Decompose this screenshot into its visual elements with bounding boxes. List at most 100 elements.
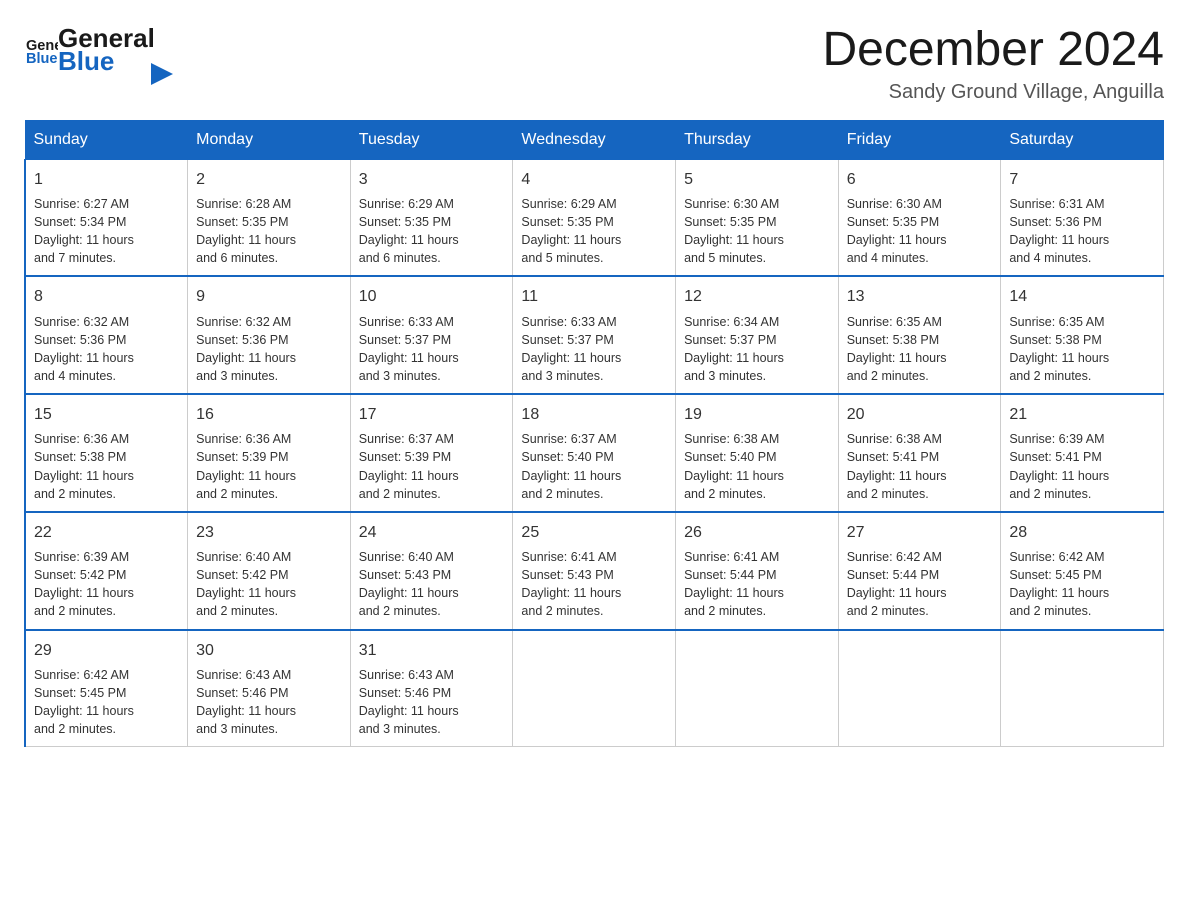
calendar-week-row: 1 Sunrise: 6:27 AM Sunset: 5:34 PM Dayli… (25, 159, 1164, 276)
svg-text:Blue: Blue (26, 51, 58, 66)
day-info: Sunrise: 6:34 AM Sunset: 5:37 PM Dayligh… (684, 313, 830, 386)
day-info: Sunrise: 6:41 AM Sunset: 5:44 PM Dayligh… (684, 548, 830, 621)
day-info: Sunrise: 6:27 AM Sunset: 5:34 PM Dayligh… (34, 195, 179, 268)
logo-icon: General Blue (26, 34, 58, 66)
day-info: Sunrise: 6:35 AM Sunset: 5:38 PM Dayligh… (847, 313, 993, 386)
day-info: Sunrise: 6:33 AM Sunset: 5:37 PM Dayligh… (521, 313, 667, 386)
calendar-day-cell (513, 630, 676, 747)
calendar-day-cell: 26 Sunrise: 6:41 AM Sunset: 5:44 PM Dayl… (676, 512, 839, 630)
day-info: Sunrise: 6:30 AM Sunset: 5:35 PM Dayligh… (684, 195, 830, 268)
calendar-day-cell: 3 Sunrise: 6:29 AM Sunset: 5:35 PM Dayli… (350, 159, 513, 276)
day-number: 24 (359, 521, 505, 544)
day-info: Sunrise: 6:41 AM Sunset: 5:43 PM Dayligh… (521, 548, 667, 621)
day-number: 17 (359, 403, 505, 426)
day-number: 6 (847, 168, 993, 191)
calendar-day-cell: 21 Sunrise: 6:39 AM Sunset: 5:41 PM Dayl… (1001, 394, 1164, 512)
day-number: 23 (196, 521, 342, 544)
day-number: 4 (521, 168, 667, 191)
calendar-day-cell: 15 Sunrise: 6:36 AM Sunset: 5:38 PM Dayl… (25, 394, 188, 512)
calendar-day-cell: 17 Sunrise: 6:37 AM Sunset: 5:39 PM Dayl… (350, 394, 513, 512)
calendar-week-row: 22 Sunrise: 6:39 AM Sunset: 5:42 PM Dayl… (25, 512, 1164, 630)
day-number: 10 (359, 285, 505, 308)
day-info: Sunrise: 6:30 AM Sunset: 5:35 PM Dayligh… (847, 195, 993, 268)
day-info: Sunrise: 6:43 AM Sunset: 5:46 PM Dayligh… (196, 666, 342, 739)
day-info: Sunrise: 6:42 AM Sunset: 5:44 PM Dayligh… (847, 548, 993, 621)
day-number: 8 (34, 285, 179, 308)
calendar-day-cell: 25 Sunrise: 6:41 AM Sunset: 5:43 PM Dayl… (513, 512, 676, 630)
calendar-day-cell: 14 Sunrise: 6:35 AM Sunset: 5:38 PM Dayl… (1001, 276, 1164, 394)
day-number: 7 (1009, 168, 1155, 191)
calendar-day-cell: 13 Sunrise: 6:35 AM Sunset: 5:38 PM Dayl… (838, 276, 1001, 394)
column-header-thursday: Thursday (676, 120, 839, 159)
calendar-day-cell (838, 630, 1001, 747)
calendar-day-cell: 27 Sunrise: 6:42 AM Sunset: 5:44 PM Dayl… (838, 512, 1001, 630)
calendar-table: SundayMondayTuesdayWednesdayThursdayFrid… (24, 120, 1164, 747)
day-info: Sunrise: 6:37 AM Sunset: 5:39 PM Dayligh… (359, 430, 505, 503)
day-number: 18 (521, 403, 667, 426)
logo-arrow-icon (151, 63, 173, 85)
day-number: 31 (359, 639, 505, 662)
title-area: December 2024 Sandy Ground Village, Angu… (822, 24, 1164, 104)
calendar-day-cell: 6 Sunrise: 6:30 AM Sunset: 5:35 PM Dayli… (838, 159, 1001, 276)
calendar-day-cell: 24 Sunrise: 6:40 AM Sunset: 5:43 PM Dayl… (350, 512, 513, 630)
day-info: Sunrise: 6:32 AM Sunset: 5:36 PM Dayligh… (34, 313, 179, 386)
day-number: 19 (684, 403, 830, 426)
day-info: Sunrise: 6:38 AM Sunset: 5:41 PM Dayligh… (847, 430, 993, 503)
month-title: December 2024 (822, 24, 1164, 77)
calendar-day-cell: 23 Sunrise: 6:40 AM Sunset: 5:42 PM Dayl… (188, 512, 351, 630)
calendar-day-cell: 5 Sunrise: 6:30 AM Sunset: 5:35 PM Dayli… (676, 159, 839, 276)
day-number: 22 (34, 521, 179, 544)
day-info: Sunrise: 6:38 AM Sunset: 5:40 PM Dayligh… (684, 430, 830, 503)
calendar-day-cell (1001, 630, 1164, 747)
calendar-day-cell: 8 Sunrise: 6:32 AM Sunset: 5:36 PM Dayli… (25, 276, 188, 394)
calendar-day-cell: 7 Sunrise: 6:31 AM Sunset: 5:36 PM Dayli… (1001, 159, 1164, 276)
calendar-day-cell: 16 Sunrise: 6:36 AM Sunset: 5:39 PM Dayl… (188, 394, 351, 512)
day-number: 9 (196, 285, 342, 308)
day-number: 26 (684, 521, 830, 544)
day-info: Sunrise: 6:42 AM Sunset: 5:45 PM Dayligh… (34, 666, 179, 739)
day-number: 15 (34, 403, 179, 426)
day-info: Sunrise: 6:29 AM Sunset: 5:35 PM Dayligh… (521, 195, 667, 268)
calendar-day-cell: 29 Sunrise: 6:42 AM Sunset: 5:45 PM Dayl… (25, 630, 188, 747)
day-info: Sunrise: 6:36 AM Sunset: 5:39 PM Dayligh… (196, 430, 342, 503)
calendar-day-cell (676, 630, 839, 747)
calendar-day-cell: 18 Sunrise: 6:37 AM Sunset: 5:40 PM Dayl… (513, 394, 676, 512)
day-number: 14 (1009, 285, 1155, 308)
logo: General Blue General Blue (24, 24, 173, 75)
day-number: 27 (847, 521, 993, 544)
calendar-week-row: 8 Sunrise: 6:32 AM Sunset: 5:36 PM Dayli… (25, 276, 1164, 394)
day-number: 1 (34, 168, 179, 191)
day-number: 3 (359, 168, 505, 191)
calendar-day-cell: 28 Sunrise: 6:42 AM Sunset: 5:45 PM Dayl… (1001, 512, 1164, 630)
calendar-day-cell: 22 Sunrise: 6:39 AM Sunset: 5:42 PM Dayl… (25, 512, 188, 630)
day-number: 29 (34, 639, 179, 662)
calendar-day-cell: 10 Sunrise: 6:33 AM Sunset: 5:37 PM Dayl… (350, 276, 513, 394)
day-number: 30 (196, 639, 342, 662)
day-number: 11 (521, 285, 667, 308)
calendar-day-cell: 31 Sunrise: 6:43 AM Sunset: 5:46 PM Dayl… (350, 630, 513, 747)
calendar-day-cell: 2 Sunrise: 6:28 AM Sunset: 5:35 PM Dayli… (188, 159, 351, 276)
day-info: Sunrise: 6:42 AM Sunset: 5:45 PM Dayligh… (1009, 548, 1155, 621)
day-info: Sunrise: 6:37 AM Sunset: 5:40 PM Dayligh… (521, 430, 667, 503)
day-info: Sunrise: 6:33 AM Sunset: 5:37 PM Dayligh… (359, 313, 505, 386)
calendar-day-cell: 4 Sunrise: 6:29 AM Sunset: 5:35 PM Dayli… (513, 159, 676, 276)
calendar-day-cell: 9 Sunrise: 6:32 AM Sunset: 5:36 PM Dayli… (188, 276, 351, 394)
calendar-day-cell: 1 Sunrise: 6:27 AM Sunset: 5:34 PM Dayli… (25, 159, 188, 276)
day-info: Sunrise: 6:43 AM Sunset: 5:46 PM Dayligh… (359, 666, 505, 739)
day-info: Sunrise: 6:40 AM Sunset: 5:42 PM Dayligh… (196, 548, 342, 621)
day-info: Sunrise: 6:40 AM Sunset: 5:43 PM Dayligh… (359, 548, 505, 621)
day-number: 13 (847, 285, 993, 308)
day-number: 12 (684, 285, 830, 308)
calendar-day-cell: 19 Sunrise: 6:38 AM Sunset: 5:40 PM Dayl… (676, 394, 839, 512)
day-info: Sunrise: 6:35 AM Sunset: 5:38 PM Dayligh… (1009, 313, 1155, 386)
day-info: Sunrise: 6:39 AM Sunset: 5:42 PM Dayligh… (34, 548, 179, 621)
day-info: Sunrise: 6:31 AM Sunset: 5:36 PM Dayligh… (1009, 195, 1155, 268)
calendar-day-cell: 30 Sunrise: 6:43 AM Sunset: 5:46 PM Dayl… (188, 630, 351, 747)
day-info: Sunrise: 6:39 AM Sunset: 5:41 PM Dayligh… (1009, 430, 1155, 503)
calendar-week-row: 15 Sunrise: 6:36 AM Sunset: 5:38 PM Dayl… (25, 394, 1164, 512)
day-info: Sunrise: 6:36 AM Sunset: 5:38 PM Dayligh… (34, 430, 179, 503)
column-header-sunday: Sunday (25, 120, 188, 159)
calendar-header-row: SundayMondayTuesdayWednesdayThursdayFrid… (25, 120, 1164, 159)
calendar-day-cell: 20 Sunrise: 6:38 AM Sunset: 5:41 PM Dayl… (838, 394, 1001, 512)
day-number: 28 (1009, 521, 1155, 544)
